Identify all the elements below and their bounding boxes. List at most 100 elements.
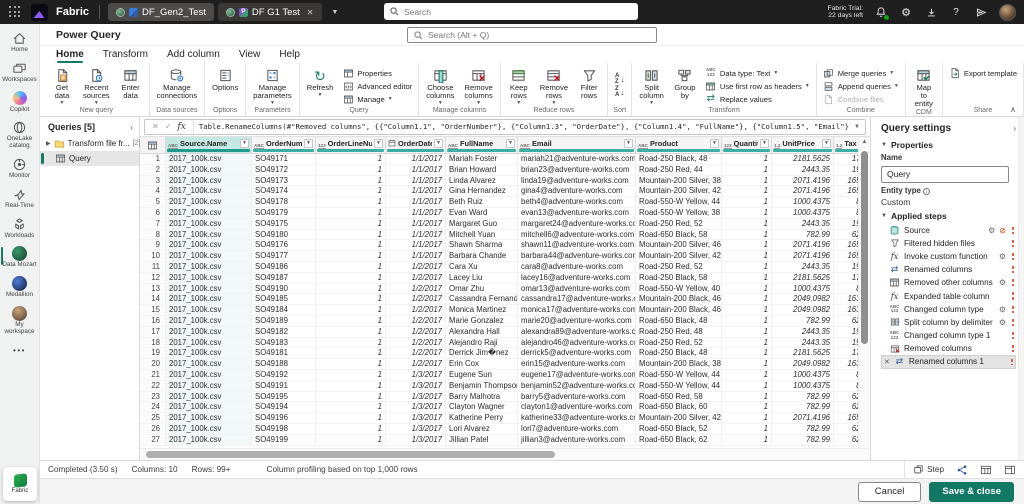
cell[interactable]: Alexandra Hall <box>446 326 518 338</box>
cell[interactable]: 195.468 <box>834 219 858 230</box>
cell[interactable]: 1 <box>722 175 772 187</box>
cell[interactable]: 2071.4196 <box>772 186 834 198</box>
step-settings-gear-icon[interactable]: ⚙ <box>988 226 995 235</box>
column-type-icon[interactable]: ABC <box>520 137 530 149</box>
select-all-table-icon[interactable] <box>140 137 166 153</box>
expand-caret-icon[interactable]: ▶ <box>46 140 51 147</box>
cell[interactable]: 163.9279 <box>834 294 858 306</box>
cell[interactable]: 2017_100k.csv <box>166 348 252 360</box>
merge-queries-button[interactable]: Merge queries ▼ <box>820 67 902 79</box>
cell[interactable]: SO49189 <box>252 315 316 327</box>
step-settings-gear-icon[interactable]: ⚙ <box>999 318 1006 327</box>
cell[interactable]: margaret24@adventure-works.com <box>518 218 636 230</box>
cell[interactable]: Road-550-W Yellow, 40 <box>636 283 722 295</box>
cell[interactable]: SO49190 <box>252 283 316 295</box>
cell[interactable]: 62.6392 <box>834 424 858 435</box>
cell[interactable]: 195.468 <box>834 327 858 338</box>
cell[interactable]: 1 <box>316 251 386 262</box>
cell[interactable]: Cassandra Fernandez <box>446 294 518 306</box>
rail-item-copilot[interactable]: Copilot <box>0 88 40 118</box>
cell[interactable]: Road-650 Black, 52 <box>636 423 722 435</box>
help-icon[interactable]: ? <box>949 5 963 19</box>
cell[interactable]: 195.468 <box>834 338 858 349</box>
cell[interactable]: 1000.4375 <box>772 283 834 295</box>
cell[interactable]: 2049.0982 <box>772 305 834 316</box>
column-filter-dropdown-icon[interactable]: ▼ <box>624 138 633 148</box>
keep-rows-button[interactable]: Keep rows ▼ <box>504 65 534 107</box>
cell[interactable]: 163.9279 <box>834 359 858 370</box>
column-filter-dropdown-icon[interactable]: ▼ <box>506 138 515 148</box>
step-settings-gear-icon[interactable]: ⚙ <box>999 305 1006 314</box>
cell[interactable]: Road-250 Red, 52 <box>636 337 722 349</box>
column-filter-dropdown-icon[interactable]: ▼ <box>822 138 831 148</box>
cell[interactable]: 1/2/2017 <box>386 359 446 370</box>
choose-columns-button[interactable]: Choose columns ▼ <box>422 65 458 107</box>
column-filter-dropdown-icon[interactable]: ▼ <box>710 138 719 148</box>
cell[interactable]: 2017_100k.csv <box>166 261 252 273</box>
cell[interactable]: SO49199 <box>252 434 316 446</box>
cell[interactable]: Alejandro Raji <box>446 337 518 349</box>
cell[interactable]: SO49192 <box>252 369 316 381</box>
cell[interactable]: 1 <box>722 402 772 414</box>
diagram-view-icon[interactable] <box>956 464 968 476</box>
column-type-icon[interactable]: ABC <box>168 137 178 149</box>
cell[interactable]: SO49173 <box>252 175 316 187</box>
cell[interactable]: 1 <box>316 272 386 284</box>
filter-rows-button[interactable]: Filter rows <box>574 65 604 107</box>
cell[interactable]: 1 <box>722 261 772 273</box>
cell[interactable]: Mitchell Yuan <box>446 229 518 241</box>
cell[interactable]: 195.468 <box>834 165 858 176</box>
cell[interactable]: Cara Xu <box>446 261 518 273</box>
cell[interactable]: 2017_100k.csv <box>166 337 252 349</box>
cell[interactable]: brian23@adventure-works.com <box>518 164 636 176</box>
cell[interactable]: 1/1/2017 <box>386 207 446 219</box>
cell[interactable]: SO49177 <box>252 251 316 262</box>
download-icon[interactable] <box>924 5 938 19</box>
cell[interactable]: 1 <box>316 197 386 208</box>
cell[interactable]: Lacey Liu <box>446 272 518 284</box>
cell[interactable]: 1 <box>722 229 772 241</box>
cell[interactable]: 2017_100k.csv <box>166 315 252 327</box>
cell[interactable]: Road-250 Black, 48 <box>636 154 722 165</box>
cell[interactable]: SO49187 <box>252 272 316 284</box>
cell[interactable]: 2017_100k.csv <box>166 402 252 414</box>
cell[interactable]: benjamin52@adventure-works.com <box>518 380 636 392</box>
cell[interactable]: 782.99 <box>772 434 834 446</box>
cell[interactable]: 1000.4375 <box>772 369 834 381</box>
formula-input[interactable]: Table.RenameColumns(#"Removed columns", … <box>194 122 849 131</box>
cell[interactable]: Road-550-W Yellow, 38 <box>636 207 722 219</box>
table-row[interactable]: 5 2017_100k.csv SO49178 1 1/1/2017 Beth Ruiz b… <box>140 197 858 208</box>
manage-button[interactable]: Manage ▼ <box>339 93 415 105</box>
cell[interactable]: SO49175 <box>252 218 316 230</box>
cell[interactable]: 1/3/2017 <box>386 380 446 392</box>
data-view-icon[interactable] <box>980 464 992 476</box>
table-row[interactable]: 20 2017_100k.csv SO49188 1 1/2/2017 Erin Cox e… <box>140 359 858 370</box>
cell[interactable]: 1/2/2017 <box>386 326 446 338</box>
cell[interactable]: 2017_100k.csv <box>166 251 252 262</box>
cell[interactable]: Katherine Perry <box>446 413 518 424</box>
cell[interactable]: 782.99 <box>772 391 834 403</box>
cell[interactable]: 1/2/2017 <box>386 272 446 284</box>
table-row[interactable]: 4 2017_100k.csv SO49174 1 1/1/2017 Gina Herna… <box>140 186 858 198</box>
table-row[interactable]: 6 2017_100k.csv SO49179 1 1/1/2017 Evan Ward e… <box>140 207 858 219</box>
table-row[interactable]: 12 2017_100k.csv SO49187 1 1/2/2017 Lacey Liu… <box>140 272 858 284</box>
rail-item-more[interactable]: ••• <box>0 340 40 362</box>
cell[interactable]: 1 <box>722 305 772 316</box>
group-by-button[interactable]: Group by <box>670 65 700 107</box>
cell[interactable]: Mountain-200 Black, 46 <box>636 294 722 306</box>
table-row[interactable]: 10 2017_100k.csv SO49177 1 1/1/2017 Barbara C… <box>140 251 858 262</box>
cell[interactable]: Gina Hernandez <box>446 186 518 198</box>
table-row[interactable]: 1 2017_100k.csv SO49171 1 1/1/2017 Mariah Fos… <box>140 154 858 165</box>
column-type-icon[interactable]: 123 <box>724 137 732 149</box>
applied-step-changed-column-type[interactable]: ABC 123 Changed column type ⚙ <box>881 303 1016 316</box>
cell[interactable]: Road-650 Black, 60 <box>636 402 722 414</box>
cell[interactable]: 1 <box>316 305 386 316</box>
cell[interactable]: 2017_100k.csv <box>166 305 252 316</box>
data-type-text-button[interactable]: ABC 123 Data type: Text ▼ <box>702 67 813 79</box>
use-first-row-as-headers-button[interactable]: Use first row as headers ▼ <box>702 80 813 92</box>
search-input[interactable] <box>404 6 604 17</box>
cell[interactable]: 1 <box>722 391 772 403</box>
cell[interactable]: 1 <box>722 240 772 252</box>
cell[interactable]: SO49191 <box>252 380 316 392</box>
cell[interactable]: Erin Cox <box>446 359 518 370</box>
